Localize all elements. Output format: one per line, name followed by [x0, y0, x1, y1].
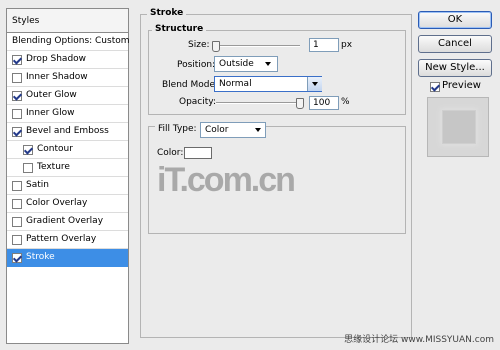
- preview-checkbox[interactable]: [430, 82, 440, 92]
- watermark-logo: iT.com.cn: [157, 161, 296, 199]
- fill-type-select[interactable]: Color: [200, 122, 266, 138]
- preview-swatch: [442, 110, 476, 144]
- preview-label: Preview: [442, 80, 481, 91]
- ok-button[interactable]: OK: [418, 11, 492, 29]
- styles-header-label: Styles: [12, 16, 40, 26]
- style-item-bevel-and-emboss[interactable]: Bevel and Emboss: [7, 123, 128, 141]
- style-item-gradient-overlay[interactable]: Gradient Overlay: [7, 213, 128, 231]
- style-checkbox[interactable]: [23, 163, 33, 173]
- style-item-color-overlay[interactable]: Color Overlay: [7, 195, 128, 213]
- blend-mode-select[interactable]: Normal: [214, 76, 322, 92]
- position-label: Position:: [177, 60, 216, 70]
- chevron-down-icon: [312, 82, 318, 86]
- style-item-texture[interactable]: Texture: [7, 159, 128, 177]
- size-input[interactable]: 1: [309, 38, 339, 52]
- blend-mode-dropdown-button[interactable]: [307, 77, 322, 91]
- style-item-label: Outer Glow: [26, 90, 77, 100]
- styles-header[interactable]: Styles: [7, 9, 128, 33]
- chevron-down-icon: [265, 62, 271, 66]
- style-item-outer-glow[interactable]: Outer Glow: [7, 87, 128, 105]
- opacity-unit: %: [341, 97, 350, 107]
- site-watermark: 思缘设计论坛 www.MISSYUAN.com: [344, 335, 494, 345]
- style-item-label: Texture: [37, 162, 70, 172]
- size-slider-thumb[interactable]: [212, 41, 220, 52]
- style-item-blending-options-custom[interactable]: Blending Options: Custom: [7, 33, 130, 51]
- opacity-slider[interactable]: [216, 102, 300, 104]
- style-checkbox[interactable]: [23, 145, 33, 155]
- style-checkbox[interactable]: [12, 235, 22, 245]
- style-item-label: Stroke: [26, 252, 55, 262]
- style-checkbox[interactable]: [12, 55, 22, 65]
- fill-type-label: Fill Type:: [155, 124, 200, 134]
- opacity-slider-thumb[interactable]: [296, 98, 304, 109]
- styles-list-panel: Styles Blending Options: Custom Drop Shad…: [6, 8, 130, 344]
- size-value: 1: [313, 40, 319, 50]
- style-item-label: Bevel and Emboss: [26, 126, 109, 136]
- style-checkbox[interactable]: [12, 73, 22, 83]
- style-item-label: Drop Shadow: [26, 54, 87, 64]
- structure-title: Structure: [152, 24, 207, 34]
- style-item-label: Pattern Overlay: [26, 234, 97, 244]
- style-item-label: Color Overlay: [26, 198, 88, 208]
- color-swatch[interactable]: [184, 147, 212, 159]
- style-item-label: Blending Options: Custom: [12, 36, 130, 46]
- style-item-drop-shadow[interactable]: Drop Shadow: [7, 51, 128, 69]
- style-checkbox[interactable]: [12, 253, 22, 263]
- style-item-label: Inner Shadow: [26, 72, 88, 82]
- style-item-stroke[interactable]: Stroke: [7, 249, 128, 267]
- opacity-input[interactable]: 100: [309, 96, 339, 110]
- new-style-button[interactable]: New Style...: [418, 59, 492, 77]
- fill-type-value: Color: [205, 125, 229, 135]
- size-label: Size:: [188, 40, 210, 50]
- style-preview-thumbnail: [427, 97, 489, 157]
- blend-mode-value: Normal: [219, 79, 252, 89]
- position-select[interactable]: Outside: [214, 56, 278, 72]
- cancel-button[interactable]: Cancel: [418, 35, 492, 53]
- color-label: Color:: [157, 148, 184, 158]
- opacity-value: 100: [313, 98, 331, 108]
- blend-mode-label: Blend Mode:: [162, 80, 219, 90]
- style-item-label: Satin: [26, 180, 49, 190]
- opacity-label: Opacity:: [179, 97, 216, 107]
- size-unit: px: [341, 40, 353, 50]
- position-value: Outside: [219, 59, 254, 69]
- style-item-satin[interactable]: Satin: [7, 177, 128, 195]
- style-item-inner-shadow[interactable]: Inner Shadow: [7, 69, 128, 87]
- size-slider[interactable]: [216, 45, 300, 47]
- style-item-label: Contour: [37, 144, 73, 154]
- style-item-label: Gradient Overlay: [26, 216, 104, 226]
- style-checkbox[interactable]: [12, 199, 22, 209]
- style-item-pattern-overlay[interactable]: Pattern Overlay: [7, 231, 128, 249]
- style-checkbox[interactable]: [12, 127, 22, 137]
- chevron-down-icon: [255, 128, 261, 132]
- style-item-inner-glow[interactable]: Inner Glow: [7, 105, 128, 123]
- style-checkbox[interactable]: [12, 109, 22, 119]
- style-checkbox[interactable]: [12, 91, 22, 101]
- style-item-label: Inner Glow: [26, 108, 75, 118]
- style-item-contour[interactable]: Contour: [7, 141, 128, 159]
- style-checkbox[interactable]: [12, 217, 22, 227]
- stroke-title: Stroke: [147, 8, 187, 18]
- style-checkbox[interactable]: [12, 181, 22, 191]
